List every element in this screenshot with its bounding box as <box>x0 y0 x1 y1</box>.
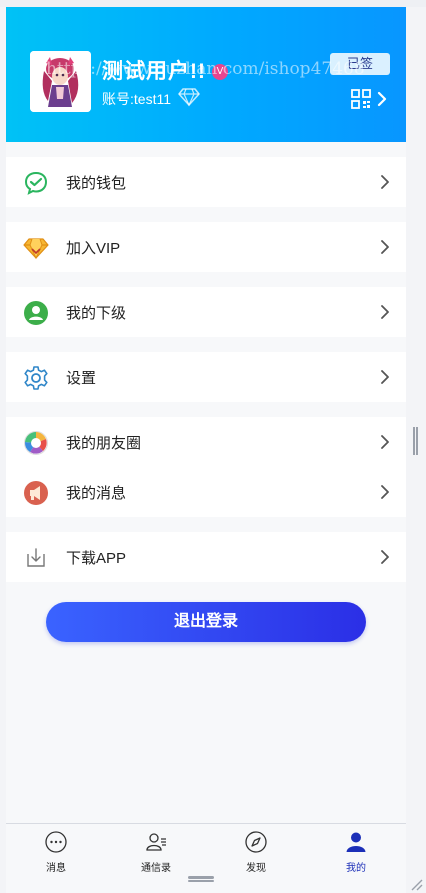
tab-label: 我的 <box>346 863 366 874</box>
user-circle-icon <box>24 301 48 325</box>
menu-label-subordinates: 我的下级 <box>66 305 127 322</box>
chevron-right-icon <box>381 485 389 499</box>
menu-card-settings: 设置 <box>6 352 406 402</box>
tab-label: 消息 <box>46 863 66 874</box>
menu-item-moments[interactable]: 我的朋友圈 <box>6 417 406 467</box>
avatar[interactable] <box>30 51 91 112</box>
resize-grip-icon[interactable] <box>409 877 423 891</box>
profile-header: 测试用户!! V 账号:test11 已签 https://www.huzhan… <box>6 7 406 142</box>
vip-badge: V <box>212 64 228 80</box>
home-indicator <box>188 876 214 879</box>
compass-icon <box>245 831 267 853</box>
tab-label: 发现 <box>246 863 266 874</box>
menu-item-subordinates[interactable]: 我的下级 <box>6 287 406 337</box>
megaphone-icon <box>24 481 48 505</box>
account-id: 账号:test11 <box>102 91 171 107</box>
wallet-check-icon <box>24 171 48 195</box>
chevron-right-icon <box>381 240 389 254</box>
download-icon <box>27 548 45 567</box>
aperture-icon <box>24 431 48 455</box>
user-icon <box>346 832 366 852</box>
tab-discover[interactable]: 发现 <box>206 824 306 876</box>
contacts-icon <box>146 833 166 851</box>
top-gap <box>0 0 426 7</box>
menu-item-wallet[interactable]: 我的钱包 <box>6 157 406 207</box>
tab-me[interactable]: 我的 <box>306 824 406 876</box>
chevron-right-icon[interactable] <box>376 91 388 107</box>
tab-messages[interactable]: 消息 <box>6 824 106 876</box>
home-indicator-line <box>188 880 214 882</box>
vip-diamond-icon <box>23 238 49 260</box>
chevron-right-icon <box>381 305 389 319</box>
menu-item-vip[interactable]: 加入VIP <box>6 222 406 272</box>
menu-card-vip: 加入VIP <box>6 222 406 272</box>
gear-icon <box>24 366 48 390</box>
chevron-right-icon <box>381 370 389 384</box>
menu-card-social: 我的朋友圈 我的消息 <box>6 417 406 517</box>
avatar-image-icon <box>30 51 91 112</box>
qr-code-icon[interactable] <box>351 89 371 109</box>
splitter-handle[interactable] <box>413 427 418 455</box>
chevron-right-icon <box>381 175 389 189</box>
chevron-right-icon <box>381 435 389 449</box>
menu-card-subordinates: 我的下级 <box>6 287 406 337</box>
menu-label-moments: 我的朋友圈 <box>66 435 142 452</box>
menu-card-download: 下载APP <box>6 532 406 582</box>
menu-label-messages: 我的消息 <box>66 485 127 502</box>
checkin-button[interactable]: 已签 <box>330 53 390 75</box>
chevron-right-icon <box>381 550 389 564</box>
tab-contacts[interactable]: 通信录 <box>106 824 206 876</box>
menu-label-vip: 加入VIP <box>66 240 121 257</box>
menu-card-wallet: 我的钱包 <box>6 157 406 207</box>
username: 测试用户!! <box>102 60 206 83</box>
phone-screen: 测试用户!! V 账号:test11 已签 https://www.huzhan… <box>6 7 406 893</box>
menu-label-download: 下载APP <box>66 550 127 567</box>
menu-item-messages[interactable]: 我的消息 <box>6 467 406 517</box>
logout-button[interactable]: 退出登录 <box>46 602 366 642</box>
tab-label: 通信录 <box>141 863 171 874</box>
diamond-icon <box>178 88 200 107</box>
menu-item-settings[interactable]: 设置 <box>6 352 406 402</box>
bottom-tab-bar: 消息 通信录 发现 我的 <box>6 823 406 875</box>
menu-label-settings: 设置 <box>66 370 97 387</box>
menu-item-download[interactable]: 下载APP <box>6 532 406 582</box>
menu-label-wallet: 我的钱包 <box>66 175 127 192</box>
chat-bubble-icon <box>45 831 67 853</box>
